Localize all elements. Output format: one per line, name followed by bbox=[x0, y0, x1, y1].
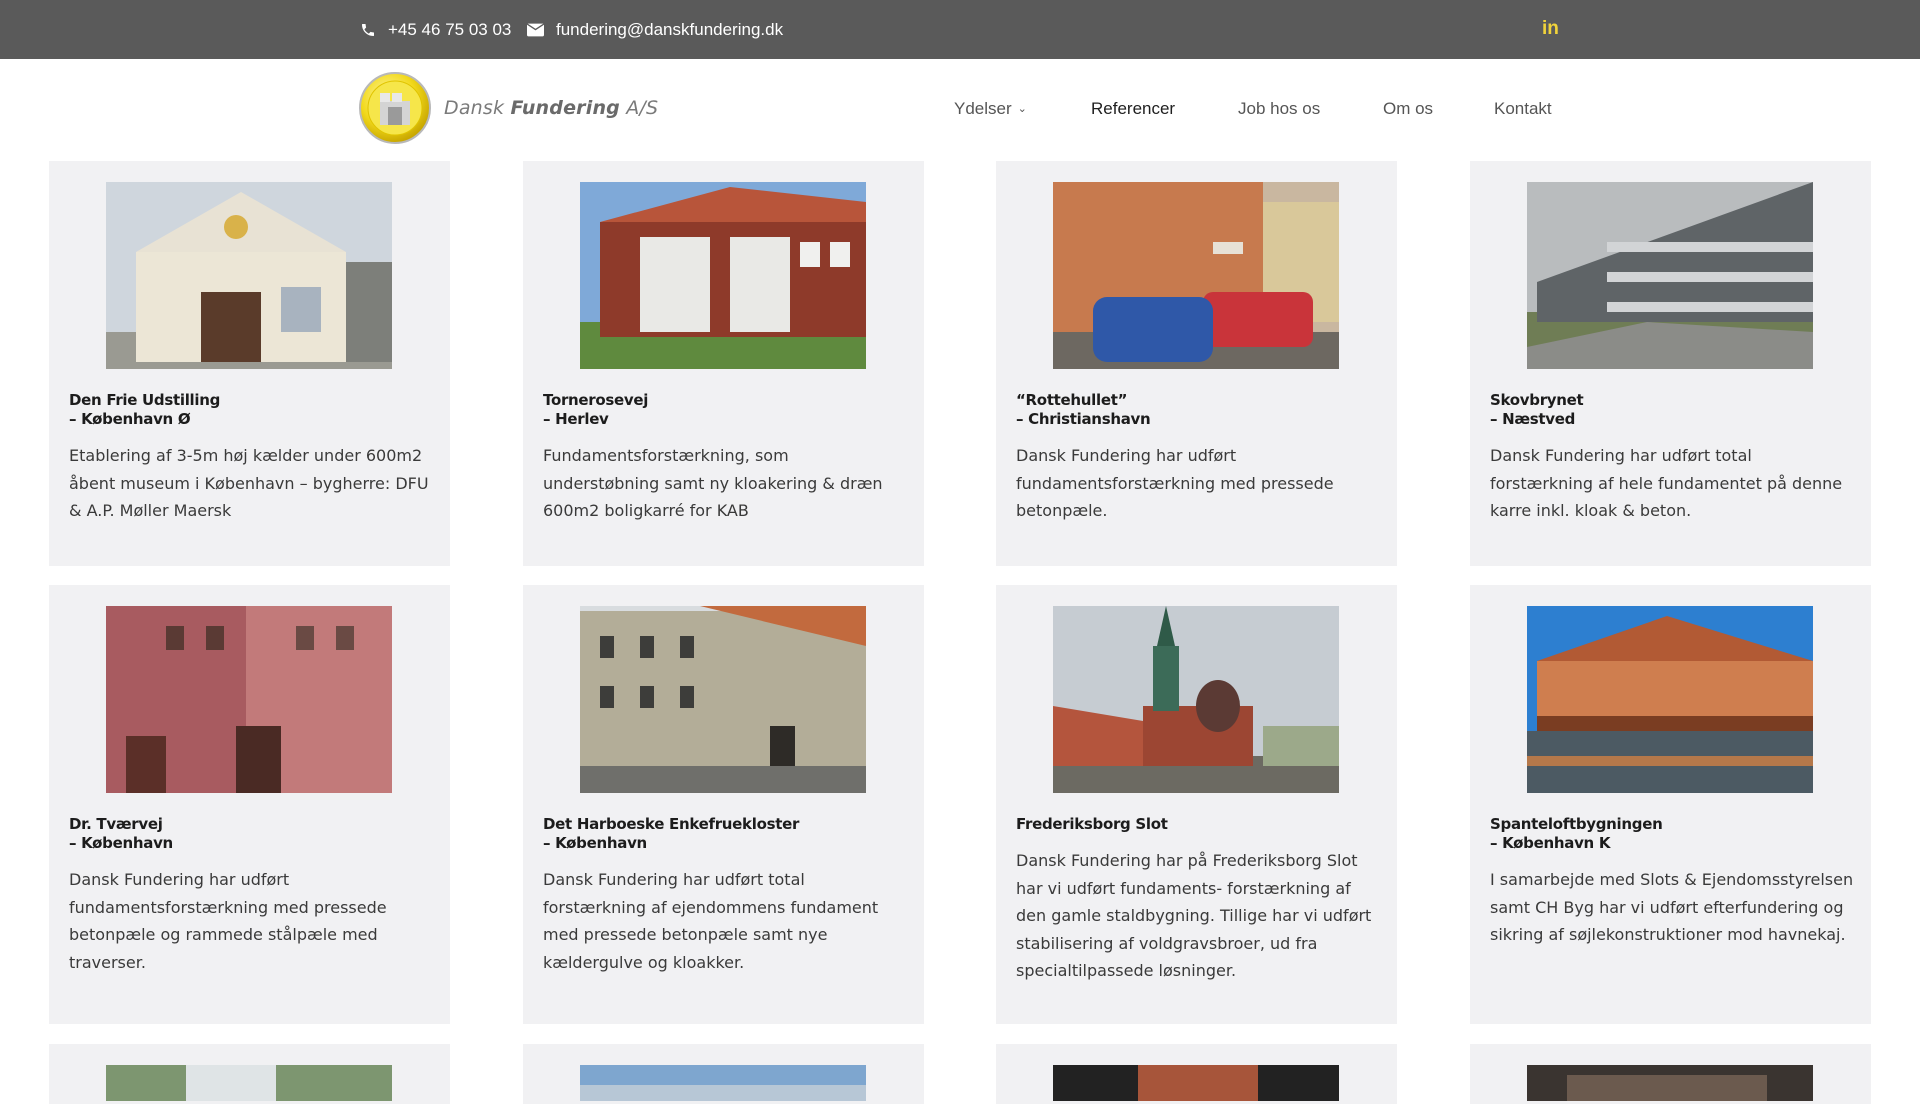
reference-card[interactable]: Skovbrynet – Næstved Dansk Fundering har … bbox=[1470, 161, 1871, 566]
chevron-down-icon: ⌄ bbox=[1017, 103, 1027, 115]
phone-number: +45 46 75 03 03 bbox=[388, 19, 512, 39]
company-logo[interactable]: Dansk Fundering A/S bbox=[358, 71, 658, 145]
reference-card[interactable]: Tornerosevej – Herlev Fundamentsforstærkn… bbox=[523, 161, 924, 566]
reference-title: “Rottehullet” – Christianshavn bbox=[1016, 391, 1151, 428]
email-address: fundering@danskfundering.dk bbox=[556, 19, 784, 39]
reference-card[interactable]: Frederiksborg Slot Dansk Fundering har p… bbox=[996, 585, 1397, 1024]
reference-title: Frederiksborg Slot bbox=[1016, 815, 1168, 833]
logo-emblem-icon bbox=[359, 72, 431, 144]
envelope-icon bbox=[527, 23, 544, 36]
reference-photo bbox=[106, 182, 392, 369]
reference-photo bbox=[580, 182, 866, 369]
reference-photo bbox=[580, 1065, 866, 1101]
phone-link[interactable]: +45 46 75 03 03 bbox=[360, 0, 511, 59]
nav-item-job-hos-os[interactable]: Job hos os bbox=[1238, 99, 1320, 119]
nav-item-kontakt[interactable]: Kontakt bbox=[1494, 99, 1552, 119]
reference-title: Den Frie Udstilling – København Ø bbox=[69, 391, 221, 428]
reference-photo bbox=[106, 606, 392, 793]
reference-photo bbox=[580, 606, 866, 793]
reference-description: Dansk Fundering har udført fundamentsfor… bbox=[1016, 446, 1334, 520]
reference-photo bbox=[1053, 182, 1339, 369]
nav-item-om-os[interactable]: Om os bbox=[1383, 99, 1433, 119]
site-header: Dansk Fundering A/S Ydelser ⌄ Referencer … bbox=[0, 59, 1920, 161]
reference-photo bbox=[1527, 606, 1813, 793]
reference-card[interactable] bbox=[49, 1044, 450, 1104]
reference-title: Tornerosevej – Herlev bbox=[543, 391, 649, 428]
reference-card[interactable] bbox=[996, 1044, 1397, 1104]
reference-title: Spanteloftbygningen – København K bbox=[1490, 815, 1663, 852]
reference-description: I samarbejde med Slots & Ejendomsstyrels… bbox=[1490, 870, 1854, 944]
reference-photo bbox=[1527, 1065, 1813, 1101]
reference-title: Skovbrynet – Næstved bbox=[1490, 391, 1584, 428]
reference-description: Dansk Fundering har på Frederiksborg Slo… bbox=[1016, 851, 1372, 980]
reference-card[interactable]: “Rottehullet” – Christianshavn Dansk Fund… bbox=[996, 161, 1397, 566]
email-link[interactable]: fundering@danskfundering.dk bbox=[527, 0, 783, 59]
reference-photo bbox=[106, 1065, 392, 1101]
top-contact-bar: +45 46 75 03 03 fundering@danskfundering… bbox=[0, 0, 1920, 59]
reference-photo bbox=[1053, 1065, 1339, 1101]
reference-card[interactable]: Det Harboeske Enkefruekloster – København… bbox=[523, 585, 924, 1024]
reference-description: Dansk Fundering har udført total forstær… bbox=[543, 870, 879, 972]
logo-wordmark: Dansk Fundering A/S bbox=[444, 97, 659, 119]
reference-card[interactable]: Den Frie Udstilling – København Ø Etabler… bbox=[49, 161, 450, 566]
reference-title: Det Harboeske Enkefruekloster – København bbox=[543, 815, 800, 852]
phone-icon bbox=[362, 23, 374, 36]
nav-item-ydelser[interactable]: Ydelser ⌄ bbox=[954, 99, 1027, 119]
reference-card[interactable]: Spanteloftbygningen – København K I samar… bbox=[1470, 585, 1871, 1024]
reference-description: Fundamentsforstærkning, som understøbnin… bbox=[543, 446, 883, 520]
reference-photo bbox=[1527, 182, 1813, 369]
reference-card[interactable]: Dr. Tværvej – København Dansk Fundering h… bbox=[49, 585, 450, 1024]
reference-description: Dansk Fundering har udført fundamentsfor… bbox=[69, 870, 387, 972]
reference-title: Dr. Tværvej – København bbox=[69, 815, 173, 852]
reference-card[interactable] bbox=[1470, 1044, 1871, 1104]
linkedin-icon[interactable]: in bbox=[1542, 19, 1562, 39]
reference-card[interactable] bbox=[523, 1044, 924, 1104]
reference-photo bbox=[1053, 606, 1339, 793]
reference-description: Dansk Fundering har udført total forstær… bbox=[1490, 446, 1843, 520]
reference-description: Etablering af 3-5m høj kælder under 600m… bbox=[69, 446, 429, 520]
nav-item-referencer[interactable]: Referencer bbox=[1091, 99, 1175, 119]
